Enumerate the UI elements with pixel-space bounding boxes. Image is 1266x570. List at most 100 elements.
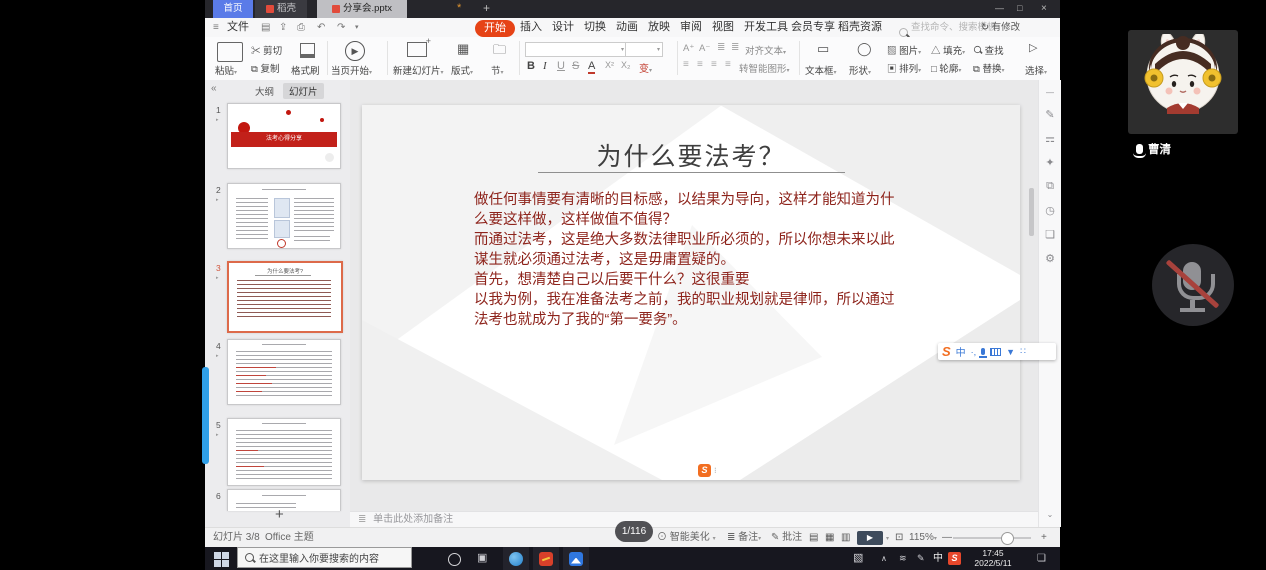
menu-tab-design[interactable]: 设计 <box>552 18 574 37</box>
sogou-mini-status[interactable]: S ⁝ <box>698 464 717 477</box>
find-button[interactable]: 查找 <box>973 43 1004 57</box>
zoom-slider-track[interactable] <box>953 537 1031 539</box>
slide-thumbnail-3-selected[interactable]: 为什么要法考? <box>227 261 343 333</box>
play-options-chevron[interactable]: ▾ <box>886 535 889 542</box>
menu-tab-docer-res[interactable]: 稻壳资源 <box>838 18 882 37</box>
clock[interactable]: 17:45 2022/5/11 <box>967 549 1019 568</box>
menu-tab-member[interactable]: 会员专享 <box>791 18 835 37</box>
menu-tab-insert[interactable]: 插入 <box>520 18 542 37</box>
chevron-down-icon[interactable]: ⌄ <box>1039 510 1061 519</box>
tab-home[interactable]: 首页 <box>213 0 253 18</box>
number-list-icon[interactable]: ≣ <box>731 42 739 53</box>
voice-input-icon[interactable] <box>981 348 985 355</box>
notes-toggle-button[interactable]: ≣ 备注▾ <box>727 528 761 549</box>
theme-status[interactable]: Office 主题 <box>265 528 314 548</box>
splitter-handle[interactable]: — <box>1039 88 1061 97</box>
sogou-ime-toolbar[interactable]: S 中 ·, ▼ ∷ <box>938 343 1056 360</box>
news-widget-icon[interactable]: ▧ <box>853 547 863 570</box>
sogou-mini-icon[interactable]: S <box>698 464 711 477</box>
ime-chinese-mode-icon[interactable]: 中 <box>956 344 966 359</box>
smart-graphic-button[interactable]: 转智能图形▾ <box>739 61 790 75</box>
pen-icon[interactable]: ✎ <box>917 547 925 570</box>
play-from-current-button[interactable]: 当页开始▾ <box>331 63 372 77</box>
taskbar-app-1[interactable] <box>503 547 529 570</box>
minimize-button[interactable]: — <box>995 3 1004 13</box>
task-view-icon[interactable]: ▣ <box>477 547 487 570</box>
network-icon[interactable]: ≋ <box>899 547 907 570</box>
slide-thumbnail-4[interactable] <box>227 339 341 405</box>
mute-microphone-button[interactable] <box>1152 244 1234 326</box>
font-size-select[interactable]: ▾ <box>625 42 663 57</box>
slide-thumbnail-5[interactable] <box>227 418 341 486</box>
underline-button[interactable]: U <box>557 60 565 72</box>
add-slide-button[interactable]: + <box>275 506 284 523</box>
close-button[interactable]: × <box>1041 3 1047 14</box>
slide-title[interactable]: 为什么要法考？ <box>362 137 1020 173</box>
editor-canvas[interactable]: 为什么要法考？ 做任何事情要有清晰的目标感，以结果为导向，这样才能知道为什么要这… <box>350 80 1038 511</box>
reading-view-icon[interactable]: ▥ <box>841 528 850 548</box>
beautify-button[interactable]: ⊙ 智能美化 ▾ <box>657 528 716 549</box>
layout-icon[interactable]: ▦ <box>457 41 469 57</box>
soft-keyboard-icon[interactable] <box>990 348 1001 356</box>
slide-body-text[interactable]: 做任何事情要有清晰的目标感，以结果为导向，这样才能知道为什么要这样做，这样做值不… <box>474 190 908 330</box>
align-text-button[interactable]: 对齐文本▾ <box>745 43 786 57</box>
current-slide[interactable]: 为什么要法考？ 做任何事情要有清晰的目标感，以结果为导向，这样才能知道为什么要这… <box>362 105 1020 480</box>
menu-tab-devtools[interactable]: 开发工具 <box>744 18 788 37</box>
outline-tab[interactable]: 大纲 <box>249 83 280 99</box>
menu-tab-animation[interactable]: 动画 <box>616 18 638 37</box>
menu-tab-start[interactable]: 开始 <box>475 20 515 37</box>
modified-status[interactable]: ↻ 有修改 <box>981 18 1020 37</box>
sogou-tray-icon[interactable]: S <box>948 552 961 565</box>
font-color-button[interactable]: A <box>588 60 595 74</box>
settings-gear-icon[interactable]: ⚙ <box>1039 252 1061 265</box>
superscript-button[interactable]: X² <box>605 60 614 70</box>
collapse-panel-button[interactable]: « <box>211 83 217 94</box>
comment-button[interactable]: ✎ 批注 <box>771 528 802 548</box>
replace-button[interactable]: ⧉ 替换▾ <box>973 61 1004 75</box>
play-from-current-icon[interactable]: ▶ <box>345 41 365 61</box>
text-effect-button[interactable]: 变▾ <box>639 60 652 75</box>
font-name-select[interactable]: ▾ <box>525 42 627 57</box>
menu-tab-review[interactable]: 审阅 <box>680 18 702 37</box>
taskbar-search-input[interactable]: 在这里输入你要搜索的内容 <box>237 547 412 568</box>
align-right-icon[interactable]: ≡ <box>711 59 717 70</box>
menu-tab-slideshow[interactable]: 放映 <box>648 18 670 37</box>
bold-button[interactable]: B <box>527 60 535 72</box>
decrease-font-icon[interactable]: A⁻ <box>699 43 710 54</box>
menu-file[interactable]: 文件 <box>227 18 249 37</box>
tab-docer[interactable]: 稻壳 <box>255 0 307 18</box>
outline-button[interactable]: □ 轮廓▾ <box>931 61 961 75</box>
new-slide-button[interactable]: 新建幻灯片▾ <box>393 63 444 77</box>
taskbar-app-3[interactable] <box>563 547 589 570</box>
print-icon[interactable]: ⎙ <box>297 18 305 37</box>
vertical-scrollbar[interactable] <box>1029 188 1034 236</box>
sogou-logo-icon[interactable]: S <box>942 344 951 359</box>
tab-document[interactable]: 分享会.pptx <box>317 0 407 18</box>
textbox-icon[interactable]: ▭ <box>817 41 829 57</box>
effects-star-icon[interactable]: ✦ <box>1039 156 1061 169</box>
slide-thumbnail-1[interactable]: 法考心得分享 <box>227 103 341 169</box>
cut-button[interactable]: ✂ 剪切 <box>251 43 282 57</box>
copy-button[interactable]: ⧉ 复制 <box>251 61 279 75</box>
notification-center-icon[interactable]: ❏ <box>1037 547 1046 570</box>
skin-icon[interactable]: ▼ <box>1006 347 1015 357</box>
fill-button[interactable]: △ 填充▾ <box>931 43 965 57</box>
strikethrough-button[interactable]: S <box>572 60 579 72</box>
bullet-list-icon[interactable]: ≣ <box>717 42 725 53</box>
cortana-icon[interactable] <box>448 553 461 566</box>
save-icon[interactable]: ▤ <box>261 18 270 37</box>
taskbar-app-2[interactable] <box>533 547 559 570</box>
menu-tab-transition[interactable]: 切换 <box>584 18 606 37</box>
more-chevron-icon[interactable]: ▾ <box>355 18 359 37</box>
slides-tab[interactable]: 幻灯片 <box>283 83 324 99</box>
new-tab-button[interactable]: + <box>483 1 490 15</box>
fit-slide-icon[interactable]: ⊡ <box>895 528 903 548</box>
select-icon[interactable]: ▷ <box>1029 41 1037 54</box>
textbox-button[interactable]: 文本框▾ <box>805 63 837 77</box>
italic-button[interactable]: I <box>543 60 547 72</box>
helper-chat-icon[interactable]: ❏ <box>1039 228 1061 241</box>
select-button[interactable]: 选择▾ <box>1025 63 1047 77</box>
stamp-icon[interactable]: ✎ <box>1039 108 1061 121</box>
undo-icon[interactable]: ↶ <box>317 18 325 37</box>
slideshow-play-button[interactable]: ▶ <box>857 531 883 545</box>
